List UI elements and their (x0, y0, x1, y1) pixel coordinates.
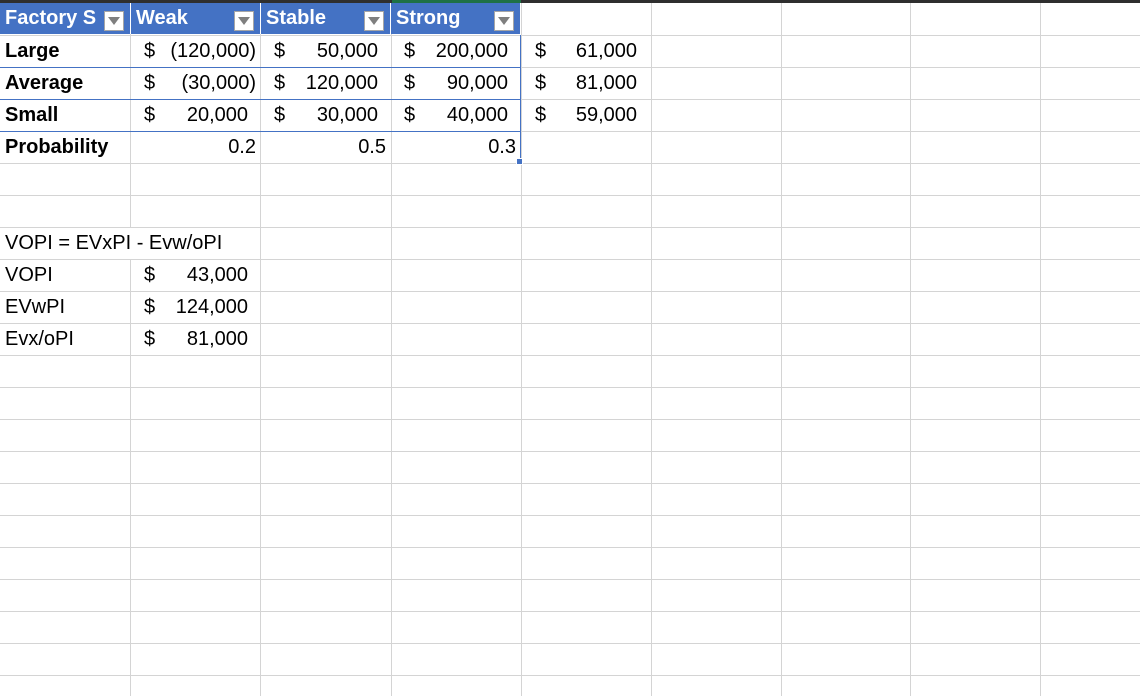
currency-symbol: $ (274, 72, 286, 94)
header-label: Factory S (5, 7, 97, 29)
cell-probability-weak[interactable]: 0.2 (150, 132, 256, 163)
spreadsheet-grid[interactable]: Factory S Weak Stable Strong Large $ (12… (0, 0, 1140, 696)
row-label-average[interactable]: Average (5, 68, 83, 99)
summary-value-evwpi[interactable]: 124,000 (160, 292, 248, 323)
grid-row-line (0, 675, 1140, 676)
cell-probability-stable[interactable]: 0.5 (280, 132, 386, 163)
header-label: Strong (396, 7, 461, 29)
cell-average-stable[interactable]: 120,000 (290, 68, 378, 99)
grid-row-line (0, 547, 1140, 548)
grid-column-line (521, 0, 522, 696)
cell-small-stable[interactable]: 30,000 (290, 100, 378, 131)
currency-symbol: $ (144, 40, 156, 62)
cell-average-strong[interactable]: 90,000 (420, 68, 508, 99)
grid-row-line (0, 579, 1140, 580)
row-label-small[interactable]: Small (5, 100, 58, 131)
cell-large-weak[interactable]: (120,000) (160, 36, 256, 67)
header-strong[interactable]: Strong (391, 3, 521, 34)
grid-column-line (910, 0, 911, 696)
currency-symbol: $ (535, 40, 547, 62)
summary-value-evxopi[interactable]: 81,000 (160, 324, 248, 355)
summary-value-vopi[interactable]: 43,000 (160, 260, 248, 291)
cell-small-ev[interactable]: 59,000 (551, 100, 637, 131)
currency-symbol: $ (535, 72, 547, 94)
grid-column-line (1040, 0, 1041, 696)
cell-average-weak[interactable]: (30,000) (160, 68, 257, 99)
filter-dropdown-icon[interactable] (364, 11, 384, 31)
cell-average-ev[interactable]: 81,000 (551, 68, 637, 99)
header-factory-size[interactable]: Factory S (0, 3, 131, 34)
header-stable[interactable]: Stable (261, 3, 391, 34)
grid-row-line (0, 355, 1140, 356)
grid-row-line (0, 195, 1140, 196)
cell-small-weak[interactable]: 20,000 (160, 100, 248, 131)
currency-symbol: $ (144, 264, 156, 286)
summary-label-evxopi[interactable]: Evx/oPI (5, 324, 74, 355)
summary-label-evwpi[interactable]: EVwPI (5, 292, 65, 323)
currency-symbol: $ (144, 104, 156, 126)
currency-symbol: $ (274, 104, 286, 126)
cell-probability-strong[interactable]: 0.3 (410, 132, 516, 163)
row-label-probability[interactable]: Probability (5, 132, 108, 163)
filter-dropdown-icon[interactable] (104, 11, 124, 31)
grid-row-line (0, 451, 1140, 452)
currency-symbol: $ (535, 104, 547, 126)
table-right-border (520, 35, 521, 163)
cell-small-strong[interactable]: 40,000 (420, 100, 508, 131)
filter-dropdown-icon[interactable] (234, 11, 254, 31)
grid-row-line (0, 419, 1140, 420)
cell-large-strong[interactable]: 200,000 (420, 36, 508, 67)
row-label-large[interactable]: Large (5, 36, 59, 67)
header-label: Stable (266, 7, 327, 29)
header-label: Weak (136, 7, 188, 29)
grid-row-line (0, 387, 1140, 388)
header-weak[interactable]: Weak (131, 3, 261, 34)
cell-large-stable[interactable]: 50,000 (290, 36, 378, 67)
grid-row-line (0, 483, 1140, 484)
currency-symbol: $ (404, 72, 416, 94)
currency-symbol: $ (404, 104, 416, 126)
grid-row-line (0, 163, 1140, 164)
currency-symbol: $ (144, 328, 156, 350)
table-resize-handle[interactable] (516, 158, 523, 165)
grid-row-line (0, 515, 1140, 516)
currency-symbol: $ (274, 40, 286, 62)
grid-column-line (781, 0, 782, 696)
currency-symbol: $ (404, 40, 416, 62)
grid-column-line (651, 0, 652, 696)
formula-text[interactable]: VOPI = EVxPI - Evw/oPI (5, 228, 227, 259)
cell-large-ev[interactable]: 61,000 (551, 36, 637, 67)
summary-label-vopi[interactable]: VOPI (5, 260, 53, 291)
grid-row-line (0, 643, 1140, 644)
grid-row-line (0, 611, 1140, 612)
currency-symbol: $ (144, 72, 156, 94)
currency-symbol: $ (144, 296, 156, 318)
filter-dropdown-icon[interactable] (494, 11, 514, 31)
